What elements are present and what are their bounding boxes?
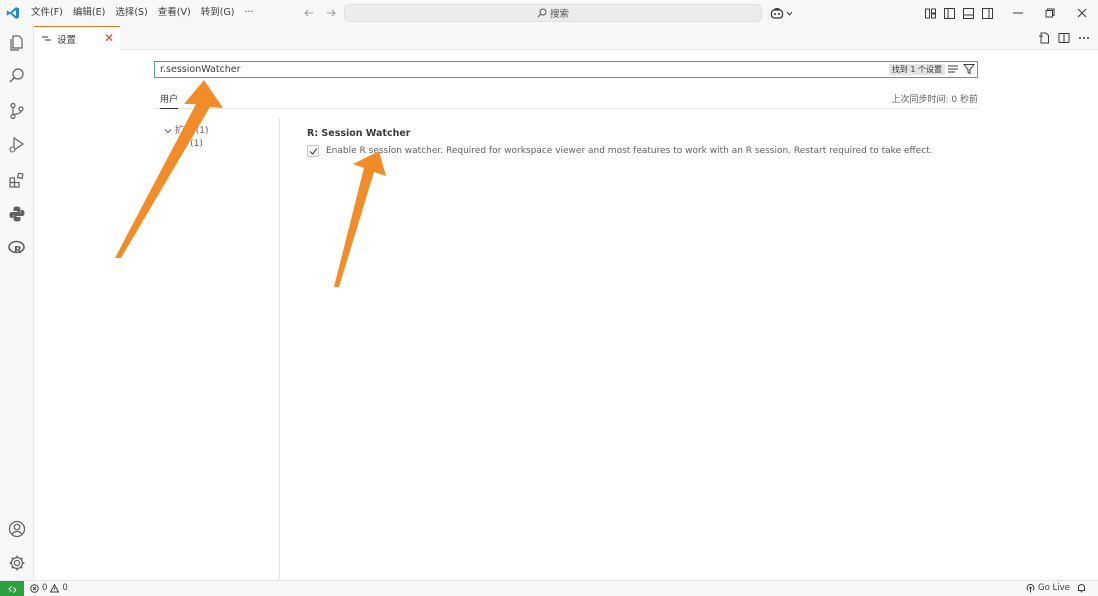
title-bar: 文件(F) 编辑(E) 选择(S) 查看(V) 转到(G) ··· 搜索 [0,0,1098,26]
warning-count: 0 [62,583,68,593]
settings-toc: 扩展 (1) R (1) [154,118,280,580]
extensions-icon[interactable] [7,170,27,190]
settings-tab-icon [42,36,51,41]
tab-settings[interactable]: 设置 ✕ [34,26,120,50]
search-icon [537,8,547,18]
notifications-bell-icon[interactable] [1077,583,1086,596]
settings-search-input[interactable]: r.sessionWatcher 找到 1 个设置 [154,61,978,78]
found-count-badge: 找到 1 个设置 [888,64,945,75]
menu-edit[interactable]: 编辑(E) [68,0,110,26]
setting-description: Enable R session watcher. Required for w… [326,146,933,156]
filter-icon[interactable] [962,63,976,80]
split-editor-icon[interactable] [1058,29,1070,48]
copilot-menu[interactable] [770,0,793,26]
minimize-icon[interactable] [1002,0,1034,26]
status-bar: 0 0 Go Live [0,580,1098,596]
run-debug-icon[interactable] [7,135,27,155]
settings-search-value: r.sessionWatcher [160,64,241,75]
tab-close-icon[interactable]: ✕ [104,32,114,44]
command-center-search[interactable]: 搜索 [344,4,762,22]
menu-selection[interactable]: 选择(S) [110,0,152,26]
problems-indicator[interactable]: 0 0 [30,583,68,593]
chevron-down-icon [786,11,793,16]
setting-item: R: Session Watcher Enable R session watc… [307,128,987,157]
toggle-secondary-sidebar-icon[interactable] [981,7,994,20]
svg-text:R: R [14,245,22,256]
sync-status-text: 上次同步时间: 0 秒前 [891,95,978,105]
menu-view[interactable]: 查看(V) [153,0,196,26]
error-count: 0 [42,583,48,593]
vscode-logo-icon [0,0,26,26]
toc-item-r[interactable]: R (1) [181,139,203,149]
annotation-arrow-setting [334,151,386,287]
clear-filter-icon[interactable] [947,63,959,80]
session-watcher-checkbox[interactable] [307,145,319,157]
menu-more[interactable]: ··· [239,0,258,26]
toggle-panel-icon[interactable] [962,7,975,20]
source-control-icon[interactable] [7,101,27,121]
editor-tab-bar: 设置 ✕ [34,26,1098,50]
tab-user-scope[interactable]: 用户 [160,92,179,109]
forward-arrow-icon[interactable] [324,6,338,20]
activity-bar: R [0,26,34,580]
menu-file[interactable]: 文件(F) [26,0,68,26]
tab-title: 设置 [57,34,77,46]
error-icon [30,583,39,593]
back-arrow-icon[interactable] [302,6,316,20]
setting-title: R: Session Watcher [307,128,411,139]
r-language-icon[interactable]: R [7,238,27,258]
close-window-icon[interactable] [1066,0,1098,26]
search-view-icon[interactable] [7,66,27,86]
go-live-button[interactable]: Go Live [1026,583,1070,593]
customize-layout-icon[interactable] [924,7,937,20]
remote-indicator[interactable] [0,581,24,596]
vscode-window: 文件(F) 编辑(E) 选择(S) 查看(V) 转到(G) ··· 搜索 R 设… [0,0,1098,596]
python-icon[interactable] [7,204,27,224]
go-live-label: Go Live [1038,583,1070,593]
command-center-label: 搜索 [549,9,569,20]
menu-go[interactable]: 转到(G) [196,0,240,26]
open-settings-json-icon[interactable] [1038,29,1050,48]
chevron-down-icon [164,128,172,133]
remote-icon [8,585,16,593]
broadcast-icon [1026,583,1035,592]
more-actions-icon[interactable] [1078,29,1090,48]
settings-scope-row: 用户 上次同步时间: 0 秒前 [154,88,978,109]
checkmark-icon [309,147,317,155]
toggle-primary-sidebar-icon[interactable] [943,7,956,20]
accounts-icon[interactable] [7,519,27,539]
toc-item-extensions[interactable]: 扩展 (1) [164,123,209,136]
manage-gear-icon[interactable] [7,553,27,573]
warning-icon [50,583,60,592]
restore-icon[interactable] [1034,0,1066,26]
copilot-icon [770,7,784,19]
explorer-icon[interactable] [7,33,27,53]
